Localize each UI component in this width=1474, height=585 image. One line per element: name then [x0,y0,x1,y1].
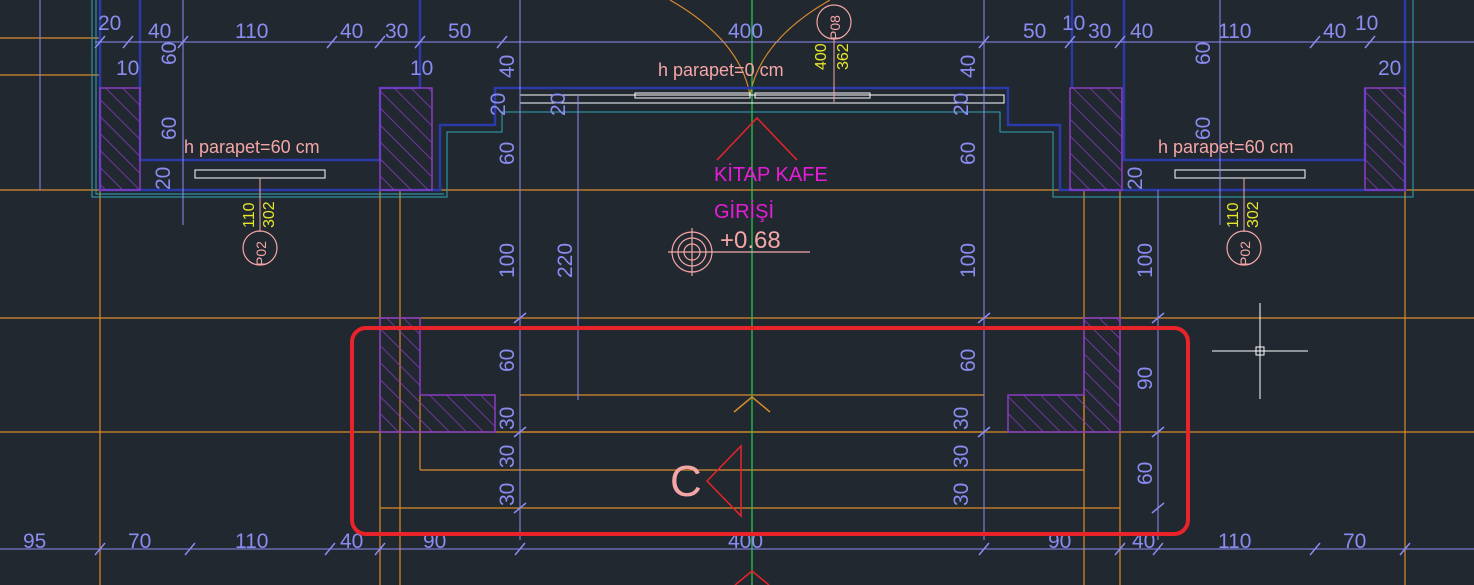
svg-text:30: 30 [950,483,973,506]
parapet-center-label: h parapet=0 cm [658,60,784,80]
svg-text:20: 20 [152,167,175,190]
svg-text:30: 30 [496,445,519,468]
svg-text:50: 50 [448,20,471,43]
top-dimensions: 20 40 110 40 30 50 400 50 10 30 40 110 4… [98,12,1378,43]
svg-text:110: 110 [1225,202,1242,228]
svg-text:P02: P02 [253,241,269,266]
parapet-right-label: h parapet=60 cm [1158,137,1294,157]
svg-text:302: 302 [261,201,278,228]
svg-text:20: 20 [547,93,570,116]
svg-text:10: 10 [1355,12,1378,35]
svg-text:362: 362 [835,43,852,70]
svg-text:40: 40 [1130,20,1153,43]
svg-text:400: 400 [813,43,830,70]
svg-text:60: 60 [496,349,519,372]
svg-text:302: 302 [1245,201,1262,228]
cad-drawing-canvas[interactable]: 20 40 110 40 30 50 400 50 10 30 40 110 4… [0,0,1474,585]
svg-text:110: 110 [235,530,268,553]
svg-text:60: 60 [496,142,519,165]
svg-text:40: 40 [957,55,980,78]
room-label-line2: GİRİŞİ [714,200,774,223]
svg-text:60: 60 [957,142,980,165]
svg-text:60: 60 [1192,42,1215,65]
svg-text:20: 20 [487,93,510,116]
svg-text:100: 100 [1134,243,1157,278]
svg-text:60: 60 [158,117,181,140]
svg-text:10: 10 [1062,12,1085,35]
section-arrow-icon [705,444,742,518]
vertical-dimensions: 60 60 20 10 10 40 20 60 100 60 30 30 30 … [116,42,1401,506]
room-label-line1: KİTAP KAFE [714,163,828,186]
svg-text:220: 220 [554,243,577,278]
svg-text:110: 110 [235,20,268,43]
svg-text:40: 40 [148,20,171,43]
svg-text:20: 20 [98,12,121,35]
svg-text:10: 10 [410,57,433,80]
svg-text:20: 20 [950,93,973,116]
svg-text:70: 70 [1343,530,1366,553]
svg-text:10: 10 [116,57,139,80]
entrance-arrow-top-icon [716,116,798,161]
parapet-left-label: h parapet=60 cm [184,137,320,157]
svg-text:400: 400 [728,20,763,43]
svg-text:20: 20 [1378,57,1401,80]
svg-text:110: 110 [1218,530,1251,553]
svg-text:60: 60 [1134,462,1157,485]
svg-text:20: 20 [1124,167,1147,190]
svg-text:30: 30 [950,407,973,430]
svg-text:70: 70 [128,530,151,553]
svg-text:30: 30 [496,483,519,506]
svg-text:P08: P08 [827,15,843,40]
svg-text:30: 30 [1088,20,1111,43]
svg-text:100: 100 [957,243,980,278]
svg-text:110: 110 [1218,20,1251,43]
level-value: +0.68 [720,227,781,254]
svg-text:40: 40 [496,55,519,78]
svg-text:30: 30 [385,20,408,43]
section-mark: C [670,457,702,506]
dimension-lines [0,0,1474,550]
svg-text:30: 30 [950,445,973,468]
svg-text:95: 95 [23,530,46,553]
svg-text:100: 100 [496,243,519,278]
svg-text:90: 90 [1134,367,1157,390]
svg-text:30: 30 [496,407,519,430]
svg-text:P02: P02 [1237,241,1253,266]
svg-text:40: 40 [1323,20,1346,43]
svg-text:40: 40 [340,20,363,43]
svg-text:60: 60 [158,42,181,65]
svg-text:50: 50 [1023,20,1046,43]
svg-text:60: 60 [957,349,980,372]
svg-text:110: 110 [241,202,258,228]
